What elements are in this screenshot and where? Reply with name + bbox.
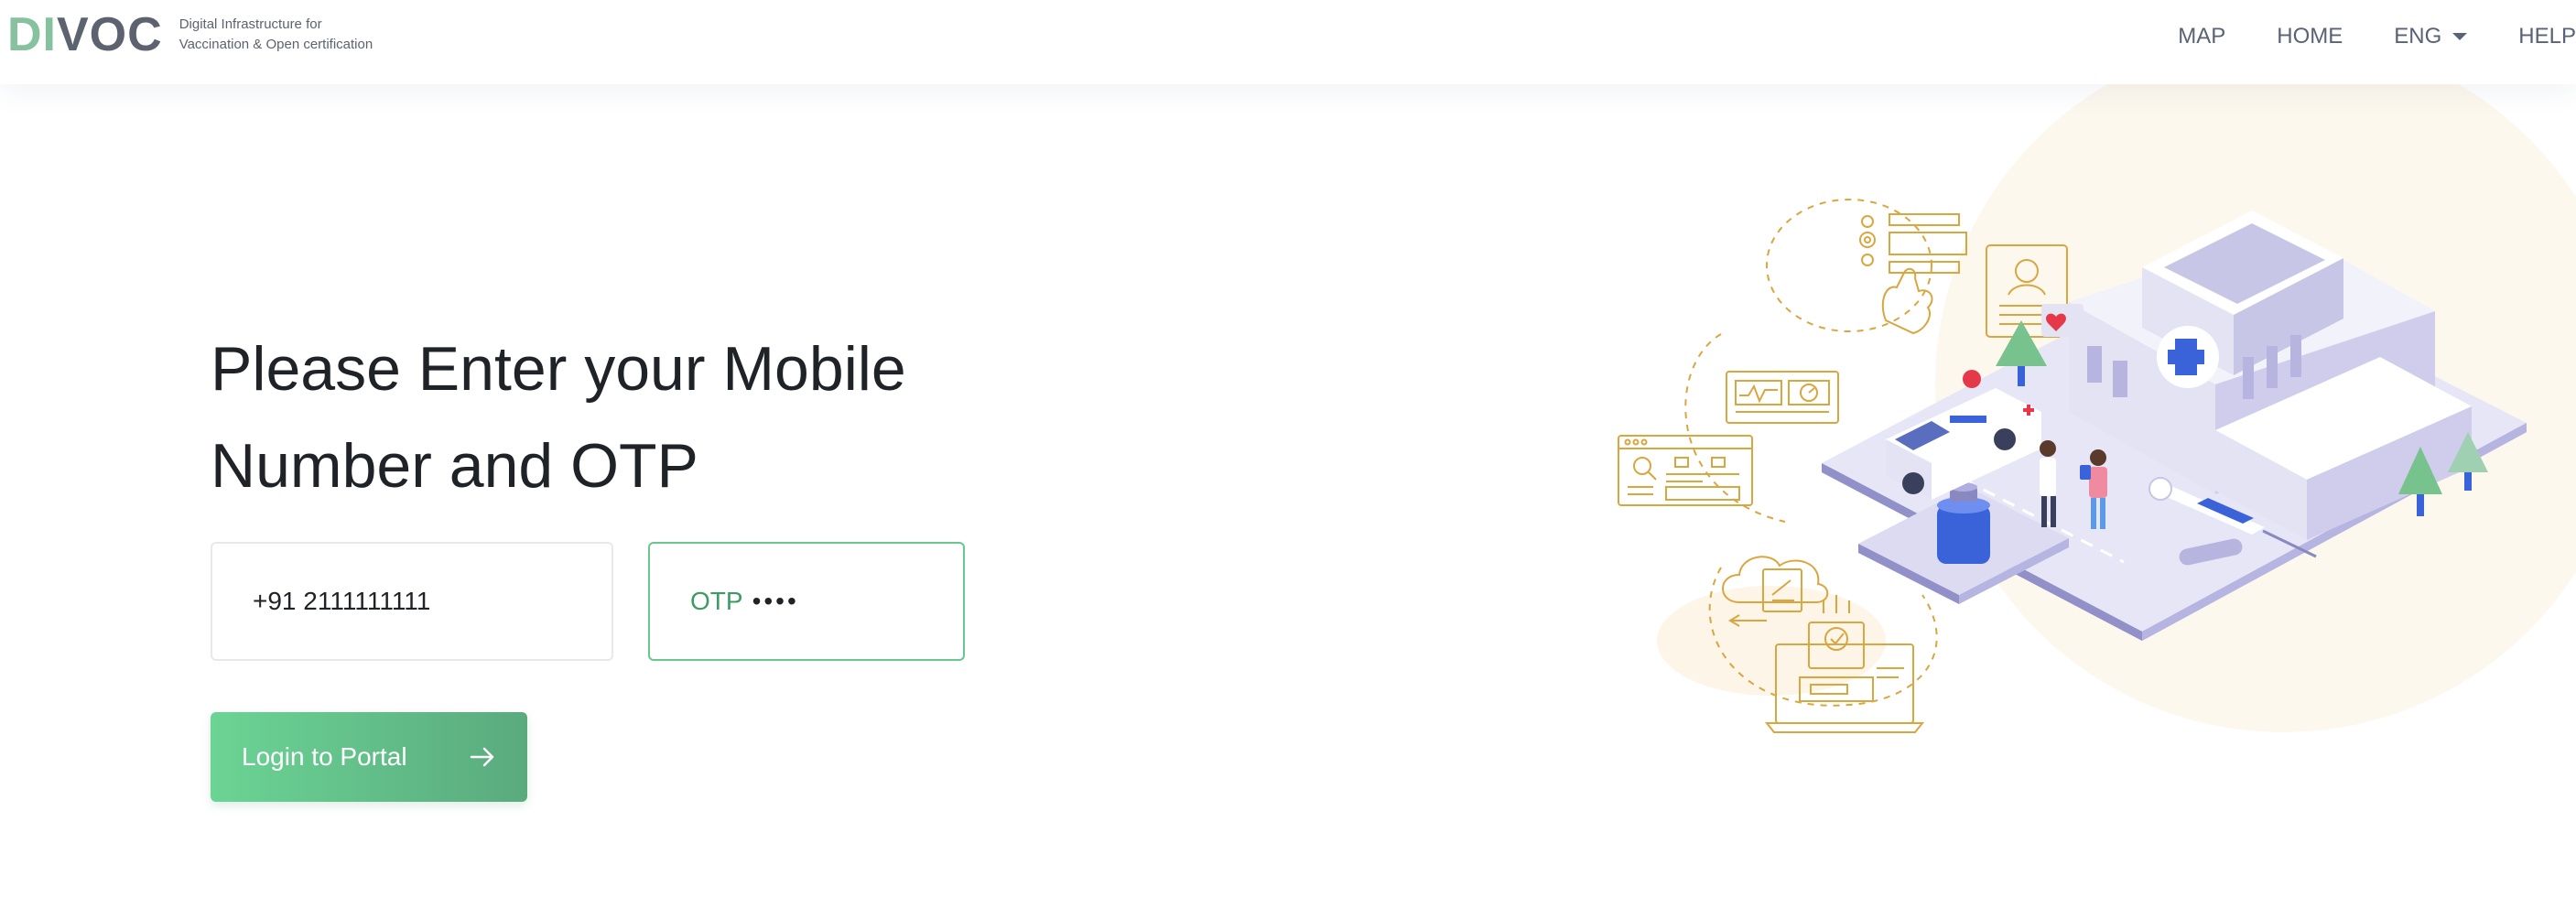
hospital-vaccination-illustration	[1618, 199, 2527, 733]
logo-tagline-line2: Vaccination & Open certification	[179, 37, 373, 52]
cloud-document-icon	[1722, 556, 1829, 627]
logo-wordmark: DI VOC	[7, 11, 163, 59]
arrow-right-icon	[470, 747, 494, 767]
login-to-portal-button[interactable]: Login to Portal	[211, 712, 527, 802]
page-title: Please Enter your Mobile Number and OTP	[211, 334, 906, 501]
caret-down-icon	[2452, 33, 2468, 40]
logo-tagline: Digital Infrastructure for Vaccination &…	[179, 15, 373, 55]
form-selection-icon	[1859, 213, 1967, 335]
browser-window-icon	[1618, 435, 1753, 506]
nav-map-link[interactable]: MAP	[2178, 24, 2225, 49]
logo-tagline-line1: Digital Infrastructure for	[179, 16, 322, 32]
dashboard-card-icon	[1726, 371, 1839, 424]
laptop-certificate-icon	[1764, 595, 1925, 733]
top-navbar: DI VOC Digital Infrastructure for Vaccin…	[0, 0, 2576, 84]
login-button-label: Login to Portal	[242, 742, 407, 771]
main-nav: MAP HOME ENG HELP	[2127, 0, 2576, 73]
nav-home-link[interactable]: HOME	[2277, 24, 2343, 49]
logo-mark-di: DI	[7, 8, 57, 61]
language-dropdown[interactable]: ENG	[2394, 24, 2468, 49]
divoc-logo[interactable]: DI VOC Digital Infrastructure for Vaccin…	[7, 2, 373, 68]
nav-help-link[interactable]: HELP	[2518, 24, 2576, 49]
otp-label: OTP	[690, 587, 743, 615]
heart-badge	[2041, 304, 2084, 337]
login-page: DI VOC Digital Infrastructure for Vaccin…	[0, 0, 2576, 908]
mobile-number-input[interactable]: +91 2111111111	[211, 542, 613, 661]
otp-masked-value: ••••	[752, 587, 799, 615]
language-label: ENG	[2394, 24, 2442, 49]
mobile-number-value: +91 2111111111	[253, 587, 431, 615]
logo-mark-voc: VOC	[57, 8, 163, 61]
otp-input[interactable]: OTP ••••	[648, 542, 965, 661]
